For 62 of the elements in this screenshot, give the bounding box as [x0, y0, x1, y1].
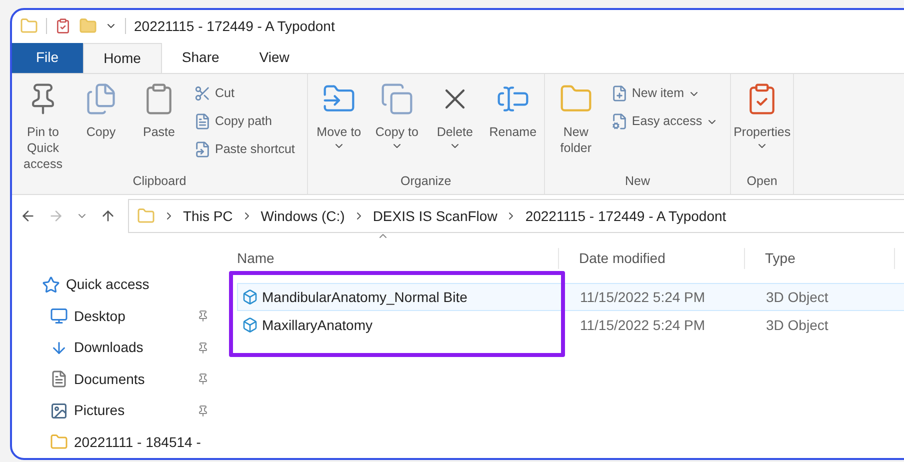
ribbon-button[interactable]: Rename [486, 82, 540, 172]
document-icon [50, 370, 68, 388]
new-item-icon [610, 85, 628, 102]
breadcrumb[interactable]: This PC [183, 206, 233, 227]
3d-object-icon [242, 317, 258, 333]
file-name: MaxillaryAnatomy [262, 316, 372, 335]
file-row[interactable]: MaxillaryAnatomy 11/15/2022 5:24 PM 3D Object [237, 311, 904, 339]
type-cell-text: 3D Object [766, 316, 828, 335]
copy-icon [84, 82, 118, 116]
group-label: New [624, 172, 651, 190]
ribbon-tab[interactable]: View [239, 42, 310, 73]
copy-icon [380, 82, 414, 116]
type-cell-text: 3D Object [766, 288, 828, 307]
ribbon-button[interactable]: Properties [735, 82, 790, 172]
back-icon[interactable] [20, 208, 36, 224]
folder-icon [50, 433, 68, 452]
ribbon-button[interactable]: Pin to Quick access [16, 82, 70, 172]
column-header[interactable]: Type [765, 250, 796, 266]
group-label: Organize [400, 172, 452, 190]
column-header[interactable]: Name [237, 250, 274, 266]
ribbon-button[interactable]: New item [610, 82, 718, 106]
group-label: Clipboard [132, 172, 188, 190]
ribbon-button[interactable]: Easy access [610, 110, 718, 134]
nav-item[interactable]: Pictures [42, 395, 209, 426]
ribbon-tab[interactable]: File [12, 42, 83, 73]
address-field[interactable]: This PC Windows (C:) DEXIS IS ScanFlow 20221115 - 172449 - A Typodont [128, 199, 904, 234]
ribbon-tab[interactable]: Share [162, 42, 240, 73]
ribbon-button[interactable]: Paste [132, 82, 186, 172]
breadcrumb[interactable]: DEXIS IS ScanFlow [372, 206, 498, 227]
nav-item[interactable]: Documents [42, 364, 209, 395]
folder-icon [137, 207, 155, 226]
easy-access-icon [610, 113, 628, 130]
ribbon-button[interactable]: Move to [312, 82, 366, 172]
ribbon-button[interactable]: Copy to [370, 82, 424, 172]
date-cell-text: 11/15/2022 5:24 PM [580, 288, 706, 306]
nav-item[interactable]: Downloads [42, 332, 209, 364]
copy-path-icon [194, 113, 211, 130]
ribbon-button[interactable]: Copy path [194, 110, 295, 134]
nav-item[interactable]: Desktop [42, 300, 209, 332]
breadcrumb[interactable]: 20221115 - 172449 - A Typodont [525, 206, 726, 227]
file-row[interactable]: MandibularAnatomy_Normal Bite 11/15/2022 5:24 PM 3D Object [237, 283, 904, 311]
ribbon-button[interactable]: Delete [428, 82, 482, 172]
picture-icon [50, 402, 68, 420]
file-name: MandibularAnatomy_Normal Bite [262, 288, 468, 307]
star-icon [42, 276, 60, 294]
date-cell-text: 11/15/2022 5:24 PM [580, 316, 706, 334]
3d-object-icon [242, 289, 258, 305]
scissors-icon [194, 85, 211, 102]
breadcrumb[interactable]: Windows (C:) [260, 206, 345, 227]
column-header[interactable]: Date modified [579, 250, 666, 266]
ribbon-button[interactable]: Cut [194, 82, 295, 106]
nav-item[interactable]: Quick access [42, 269, 209, 300]
window-title: 20221115 - 172449 - A Typodont [134, 16, 335, 36]
ribbon-button[interactable]: Copy [74, 82, 128, 172]
group-label: Open [746, 172, 778, 190]
ribbon-tab[interactable]: Home [82, 42, 162, 73]
ribbon-button[interactable]: Paste shortcut [194, 138, 295, 162]
properties-icon[interactable] [55, 18, 71, 34]
nav-item[interactable]: 20221111 - 184514 - [42, 426, 209, 458]
paste-shortcut-icon [194, 141, 211, 158]
ribbon-button[interactable]: New folder [548, 82, 603, 172]
desktop-icon [50, 307, 68, 326]
